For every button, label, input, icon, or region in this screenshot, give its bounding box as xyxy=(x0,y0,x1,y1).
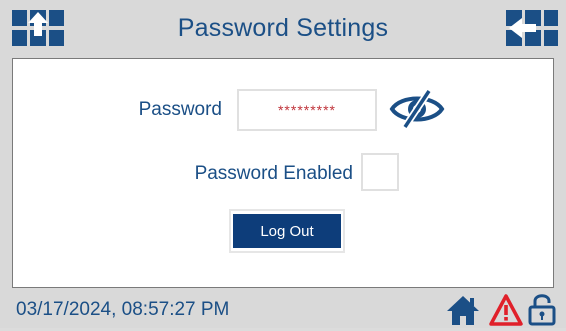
password-enabled-label: Password Enabled xyxy=(194,163,353,184)
header-bar: Password Settings xyxy=(0,0,566,56)
home-icon[interactable] xyxy=(445,294,481,326)
password-label: Password xyxy=(138,99,222,120)
settings-panel: Password ********* Password Enabled Log … xyxy=(12,58,554,288)
transfer-left-icon[interactable] xyxy=(506,10,558,46)
eye-slash-icon[interactable] xyxy=(389,87,445,131)
logout-button-frame: Log Out xyxy=(229,209,345,253)
password-value: ********* xyxy=(277,102,337,118)
password-field[interactable]: ********* xyxy=(237,89,377,131)
datetime-display: 03/17/2024, 08:57:27 PM xyxy=(16,299,230,320)
page-title: Password Settings xyxy=(177,14,389,42)
unlocked-padlock-icon[interactable] xyxy=(527,292,557,326)
logout-button[interactable]: Log Out xyxy=(233,214,341,248)
password-enabled-checkbox[interactable] xyxy=(361,153,399,191)
alarm-warning-icon[interactable] xyxy=(489,294,523,326)
footer-bar: 03/17/2024, 08:57:27 PM xyxy=(0,290,566,328)
hmi-screen: Password Settings Password ********* Pas… xyxy=(0,0,566,328)
